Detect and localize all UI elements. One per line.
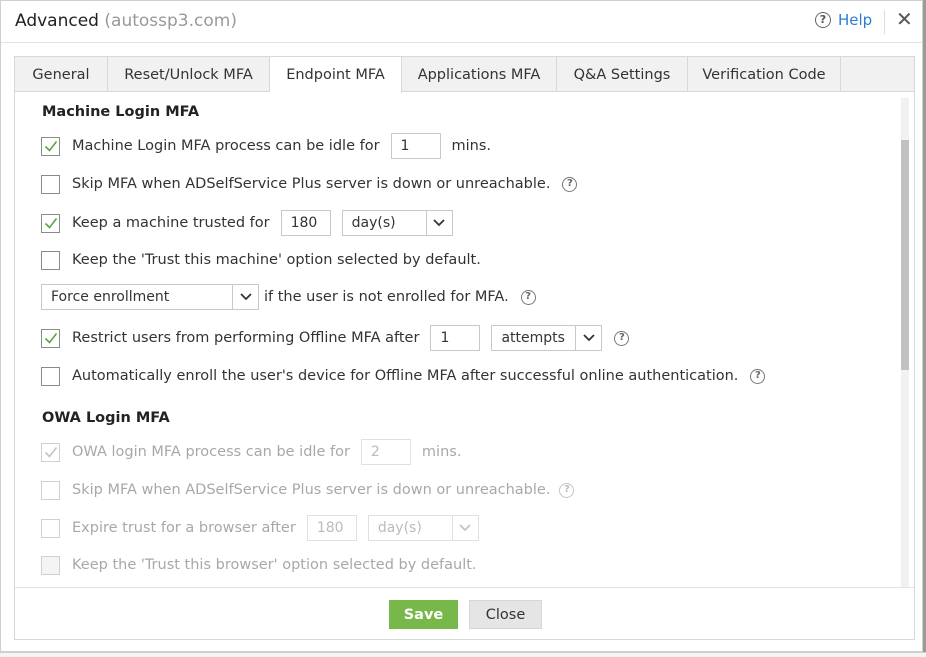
save-button[interactable]: Save xyxy=(389,600,458,629)
machine-idle-row: Machine Login MFA process can be idle fo… xyxy=(41,133,491,159)
auto-enroll-label: Automatically enroll the user's device f… xyxy=(72,368,739,384)
chevron-down-icon xyxy=(232,285,258,309)
restrict-offline-checkbox[interactable] xyxy=(41,328,60,348)
machine-trust-default-label: Keep the 'Trust this machine' option sel… xyxy=(72,252,481,268)
chevron-down-icon xyxy=(425,211,452,235)
owa-trust-default-label: Keep the 'Trust this browser' option sel… xyxy=(72,557,477,573)
chevron-down-icon xyxy=(575,326,601,350)
background-bottom xyxy=(0,652,926,657)
owa-expire-label: Expire trust for a browser after xyxy=(72,520,296,536)
owa-expire-input[interactable]: 180 xyxy=(306,515,357,541)
check-icon xyxy=(44,218,57,229)
restrict-offline-unit-value: attempts xyxy=(501,330,565,346)
owa-expire-unit-value: day(s) xyxy=(377,520,422,536)
dialog-title-domain: (autossp3.com) xyxy=(104,11,237,31)
enrollment-label: if the user is not enrolled for MFA. xyxy=(264,289,509,305)
restrict-offline-label: Restrict users from performing Offline M… xyxy=(72,330,420,346)
tab-reset-unlock-mfa[interactable]: Reset/Unlock MFA xyxy=(108,57,270,92)
tab-applications-mfa[interactable]: Applications MFA xyxy=(402,57,557,92)
machine-trust-default-checkbox[interactable] xyxy=(41,250,60,270)
tab-qa-settings[interactable]: Q&A Settings xyxy=(557,57,688,92)
question-icon[interactable]: ? xyxy=(520,289,536,305)
machine-trust-input[interactable]: 180 xyxy=(280,210,331,236)
dialog-title-text: Advanced xyxy=(15,11,99,31)
machine-skip-row: Skip MFA when ADSelfService Plus server … xyxy=(41,171,578,197)
restrict-offline-input[interactable]: 1 xyxy=(430,325,481,351)
owa-idle-label: OWA login MFA process can be idle for xyxy=(72,444,350,460)
machine-trust-unit-value: day(s) xyxy=(351,215,396,231)
chevron-down-icon xyxy=(451,516,478,540)
machine-idle-checkbox[interactable] xyxy=(41,136,60,156)
owa-skip-label: Skip MFA when ADSelfService Plus server … xyxy=(72,482,551,498)
close-button[interactable]: Close xyxy=(469,600,542,629)
tab-endpoint-mfa[interactable]: Endpoint MFA xyxy=(270,57,402,93)
help-label: Help xyxy=(838,11,873,29)
check-icon xyxy=(44,447,57,458)
machine-trust-unit-select[interactable]: day(s) xyxy=(341,210,453,236)
owa-expire-row: Expire trust for a browser after 180 day… xyxy=(41,515,479,541)
scrollbar-thumb[interactable] xyxy=(901,140,909,370)
dialog-title: Advanced (autossp3.com) xyxy=(15,11,237,31)
tab-general[interactable]: General xyxy=(15,57,108,92)
owa-skip-row: Skip MFA when ADSelfService Plus server … xyxy=(41,477,575,503)
advanced-dialog: Advanced (autossp3.com) ? Help ✕ General… xyxy=(0,0,923,652)
owa-trust-default-checkbox[interactable] xyxy=(41,555,60,575)
machine-login-heading: Machine Login MFA xyxy=(42,104,200,120)
check-icon xyxy=(44,333,57,344)
dialog-footer: Save Close xyxy=(15,587,914,639)
help-icon: ? xyxy=(815,12,831,28)
content-scrollbar[interactable] xyxy=(901,98,909,587)
question-icon[interactable]: ? xyxy=(562,176,578,192)
settings-panel: General Reset/Unlock MFA Endpoint MFA Ap… xyxy=(14,56,915,640)
tab-verification-code[interactable]: Verification Code xyxy=(688,57,841,92)
auto-enroll-checkbox[interactable] xyxy=(41,366,60,386)
help-link[interactable]: ? Help xyxy=(815,11,872,29)
enrollment-select-value: Force enrollment xyxy=(51,289,170,305)
owa-idle-row: OWA login MFA process can be idle for 2 … xyxy=(41,439,461,465)
machine-idle-label: Machine Login MFA process can be idle fo… xyxy=(72,138,380,154)
owa-skip-checkbox[interactable] xyxy=(41,480,60,500)
header-divider xyxy=(884,10,885,34)
enrollment-select[interactable]: Force enrollment xyxy=(41,284,259,310)
machine-skip-checkbox[interactable] xyxy=(41,174,60,194)
machine-trust-checkbox[interactable] xyxy=(41,213,60,233)
owa-trust-default-row: Keep the 'Trust this browser' option sel… xyxy=(41,552,477,578)
question-icon[interactable]: ? xyxy=(614,330,630,346)
auto-enroll-row: Automatically enroll the user's device f… xyxy=(41,363,766,389)
tab-bar: General Reset/Unlock MFA Endpoint MFA Ap… xyxy=(15,57,914,93)
owa-expire-checkbox[interactable] xyxy=(41,518,60,538)
machine-trust-row: Keep a machine trusted for 180 day(s) xyxy=(41,210,453,236)
machine-trust-default-row: Keep the 'Trust this machine' option sel… xyxy=(41,247,481,273)
dialog-header: Advanced (autossp3.com) ? Help ✕ xyxy=(1,1,922,43)
owa-idle-unit: mins. xyxy=(421,444,462,460)
check-icon xyxy=(44,141,57,152)
machine-skip-label: Skip MFA when ADSelfService Plus server … xyxy=(72,176,551,192)
question-icon[interactable]: ? xyxy=(559,482,575,498)
owa-idle-checkbox[interactable] xyxy=(41,442,60,462)
endpoint-mfa-content: Machine Login MFA Machine Login MFA proc… xyxy=(15,93,901,587)
restrict-offline-unit-select[interactable]: attempts xyxy=(491,325,603,351)
owa-expire-unit-select[interactable]: day(s) xyxy=(367,515,479,541)
close-icon[interactable]: ✕ xyxy=(896,7,913,31)
owa-idle-input[interactable]: 2 xyxy=(360,439,411,465)
machine-idle-unit: mins. xyxy=(451,138,492,154)
enrollment-row: Force enrollment if the user is not enro… xyxy=(41,284,536,310)
machine-trust-label: Keep a machine trusted for xyxy=(72,215,270,231)
restrict-offline-row: Restrict users from performing Offline M… xyxy=(41,325,630,351)
machine-idle-input[interactable]: 1 xyxy=(390,133,441,159)
question-icon[interactable]: ? xyxy=(750,368,766,384)
owa-login-heading: OWA Login MFA xyxy=(42,410,170,426)
